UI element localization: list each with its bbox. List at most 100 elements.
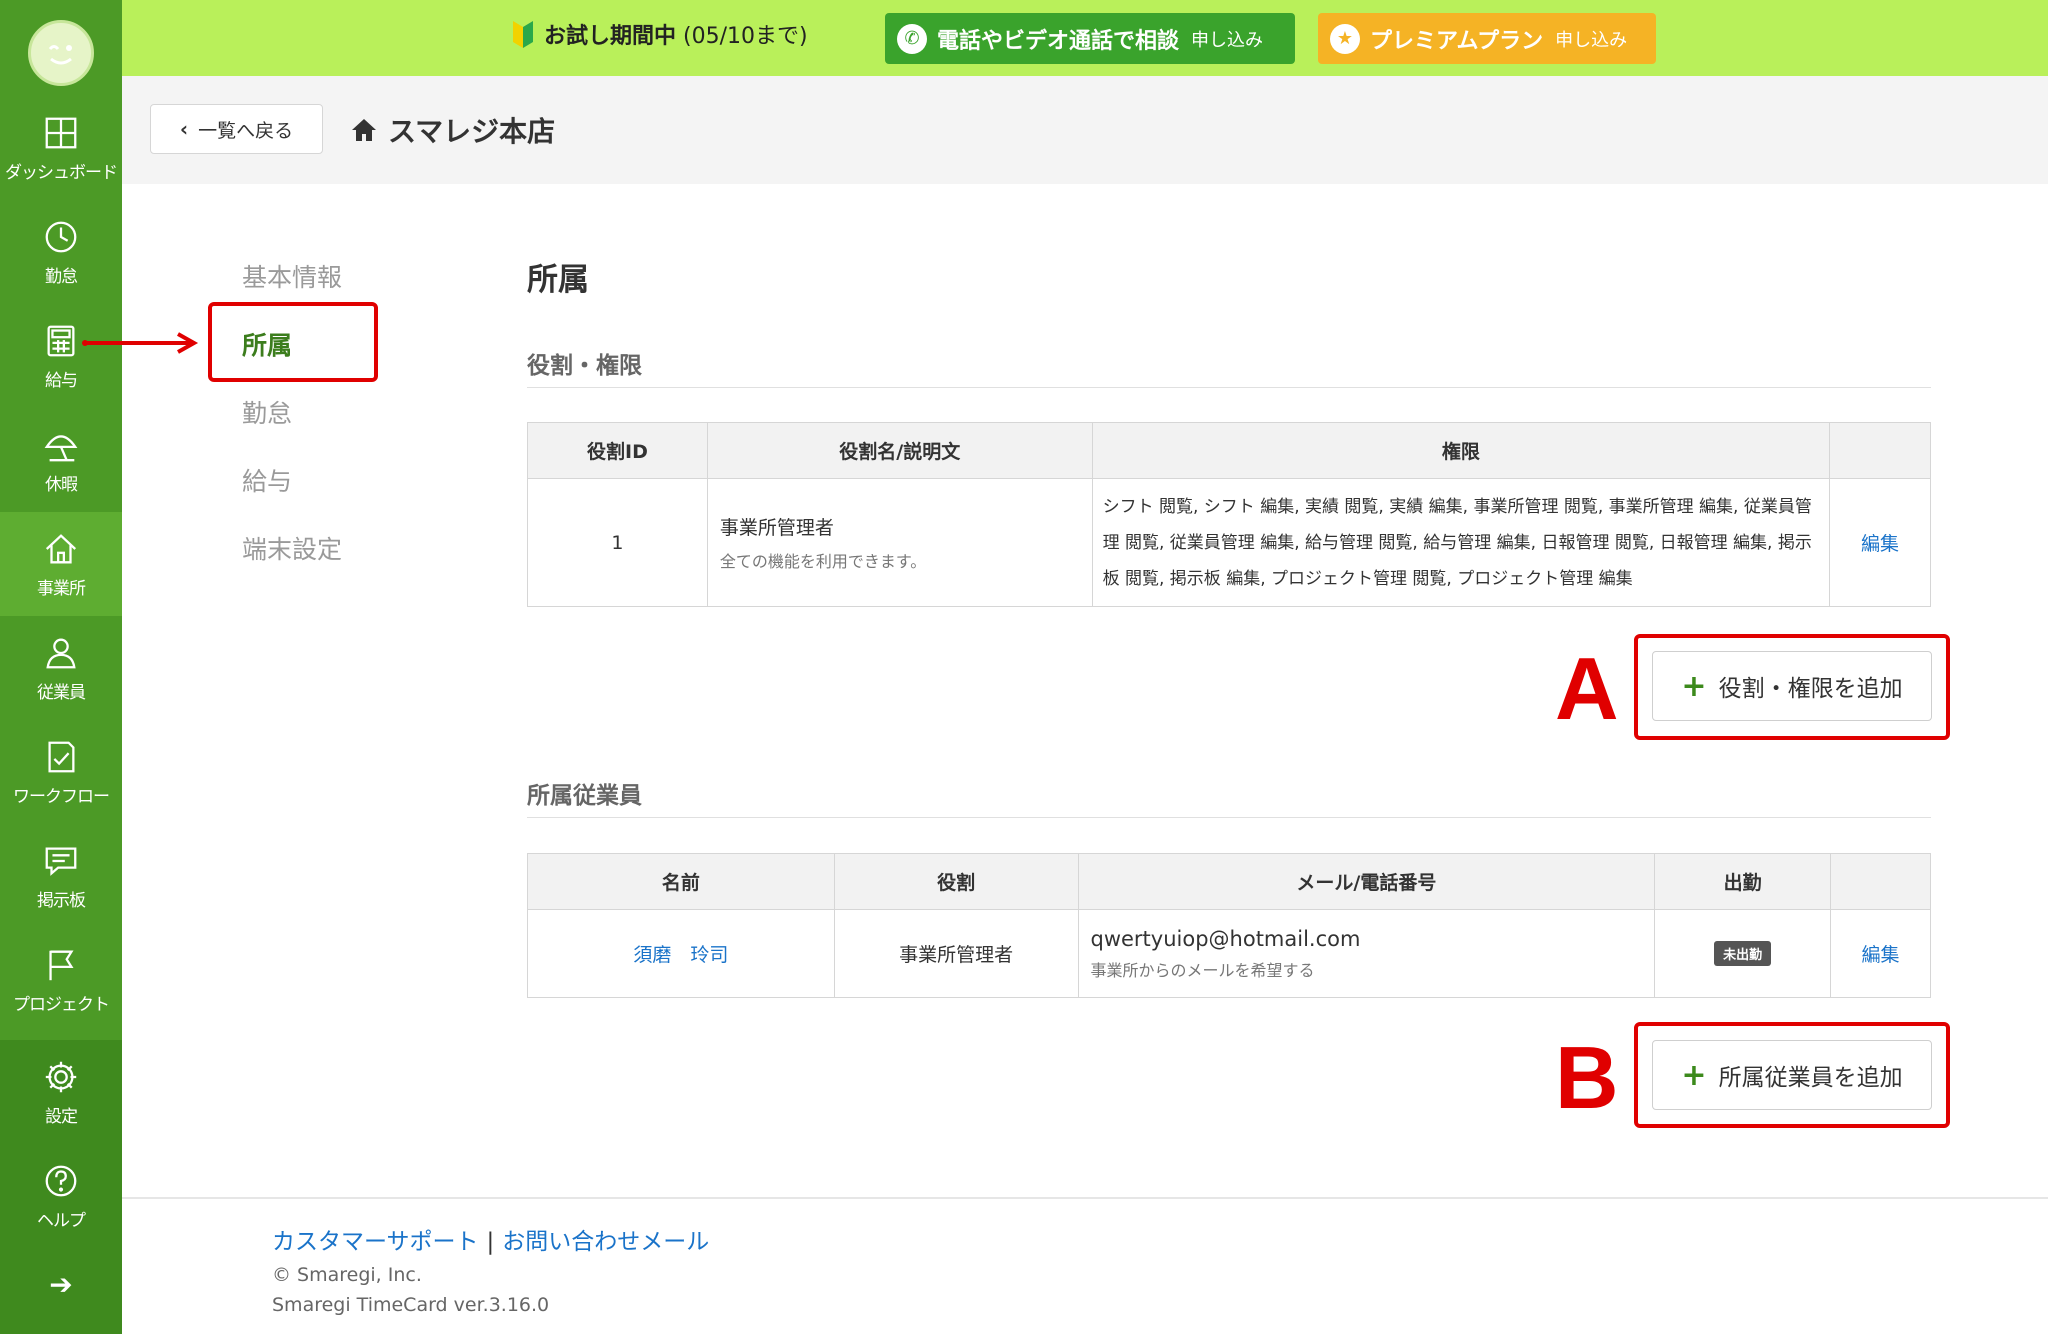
consult-apply: 申し込み (1191, 29, 1264, 51)
clock-icon (45, 221, 77, 252)
add-role-label: 役割・権限を追加 (1718, 676, 1903, 702)
premium-button[interactable]: ★ プレミアムプラン 申し込み (1318, 13, 1656, 64)
sidebar-item-dashboard[interactable]: ダッシュボード (0, 96, 122, 200)
user-avatar[interactable] (28, 20, 94, 86)
edit-staff-link[interactable]: 編集 (1862, 944, 1900, 966)
back-to-list-button[interactable]: ‹ 一覧へ戻る (150, 104, 323, 154)
sidebar-item-bulletin[interactable]: 掲示板 (0, 824, 122, 928)
sidebar-item-label: 掲示板 (37, 890, 86, 911)
trial-status: お試し期間中 (05/10まで) (512, 18, 808, 50)
collapse-arrow-icon[interactable]: ➔ (0, 1268, 122, 1301)
staff-name-link[interactable]: 須磨 玲司 (633, 944, 728, 966)
sidebar-item-label: 勤怠 (45, 266, 78, 287)
subnav-terminal-settings[interactable]: 端末設定 (242, 530, 342, 566)
role-description: 全ての機能を利用できます。 (719, 552, 927, 571)
roles-table: 役割ID 役割名/説明文 権限 1 事業所管理者 全ての機能を利用できます。 シ… (527, 422, 1931, 607)
dashboard-icon (45, 117, 77, 148)
annotation-label-a: A (1555, 639, 1619, 738)
annotation-label-b: B (1555, 1028, 1619, 1127)
consult-button[interactable]: ✆ 電話やビデオ通話で相談 申し込み (885, 13, 1295, 64)
page-title: スマレジ本店 (350, 110, 555, 150)
umbrella-icon (44, 434, 78, 461)
staff-heading: 所属従業員 (527, 783, 642, 809)
sidebar-item-label: 従業員 (37, 682, 86, 703)
star-icon: ★ (1330, 23, 1360, 54)
sidebar-item-payroll[interactable]: 給与 (0, 304, 122, 408)
subnav-attendance[interactable]: 勤怠 (242, 394, 292, 430)
role-name: 事業所管理者 (719, 517, 834, 539)
phone-icon: ✆ (897, 23, 927, 54)
role-edit-cell: 編集 (1829, 478, 1931, 607)
sidebar-item-project[interactable]: プロジェクト (0, 928, 122, 1032)
add-staff-label: 所属従業員を追加 (1718, 1065, 1903, 1091)
footer-separator: | (486, 1229, 495, 1255)
staff-name-cell: 須磨 玲司 (527, 909, 835, 998)
sidebar-item-employees[interactable]: 従業員 (0, 616, 122, 720)
sidebar-item-label: 事業所 (37, 578, 86, 599)
help-icon (45, 1165, 77, 1196)
workflow-icon (48, 741, 75, 772)
premium-label: プレミアムプラン (1370, 28, 1544, 54)
role-name-cell: 事業所管理者 全ての機能を利用できます。 (706, 478, 1093, 607)
add-role-button[interactable]: + 役割・権限を追加 (1652, 651, 1932, 721)
col-header (1829, 422, 1931, 479)
subnav-basic-info[interactable]: 基本情報 (242, 258, 342, 294)
table-row: 1 事業所管理者 全ての機能を利用できます。 シフト 閲覧, シフト 編集, 実… (527, 478, 1931, 607)
add-staff-button[interactable]: + 所属従業員を追加 (1652, 1040, 1932, 1110)
sidebar-item-attendance[interactable]: 勤怠 (0, 200, 122, 304)
home-icon (45, 533, 77, 563)
subnav-payroll[interactable]: 給与 (242, 462, 292, 498)
trial-until: (05/10まで) (683, 24, 808, 49)
beginner-mark-icon (513, 21, 533, 48)
sidebar-item-help[interactable]: ヘルプ (0, 1144, 122, 1248)
sidebar-item-label: ダッシュボード (5, 162, 118, 183)
col-header: メール/電話番号 (1077, 853, 1656, 910)
col-header: 出勤 (1654, 853, 1832, 910)
col-header (1830, 853, 1931, 910)
staff-edit-cell: 編集 (1830, 909, 1931, 998)
divider (527, 387, 1931, 388)
edit-role-link[interactable]: 編集 (1861, 533, 1899, 555)
sidebar-item-workflow[interactable]: ワークフロー (0, 720, 122, 824)
chevron-left-icon: ‹ (179, 117, 189, 141)
col-header: 名前 (527, 853, 835, 910)
home-icon (352, 119, 376, 141)
message-icon (45, 847, 77, 876)
sidebar-item-settings[interactable]: 設定 (0, 1040, 122, 1144)
staff-table: 名前 役割 メール/電話番号 出勤 須磨 玲司 事業所管理者 qwertyuio… (527, 853, 1931, 998)
plus-icon: + (1681, 668, 1707, 704)
flag-icon (49, 950, 74, 980)
sidebar-item-label: ワークフロー (13, 786, 110, 807)
plus-icon: + (1681, 1057, 1707, 1093)
footer-links: カスタマーサポート | お問い合わせメール (272, 1222, 709, 1256)
sidebar-item-label: ヘルプ (37, 1210, 86, 1231)
contact-mail-link[interactable]: お問い合わせメール (502, 1229, 709, 1255)
sidebar: ダッシュボード 勤怠 給与 休暇 事業所 従業員 ワークフロー 掲示板 プロジェ… (0, 0, 122, 1334)
gear-icon (45, 1061, 77, 1092)
trial-label: お試し期間中 (544, 24, 677, 49)
customer-support-link[interactable]: カスタマーサポート (272, 1229, 479, 1255)
col-header: 役割 (833, 853, 1079, 910)
table-row: 須磨 玲司 事業所管理者 qwertyuiop@hotmail.com 事業所か… (527, 909, 1931, 998)
staff-status-cell: 未出勤 (1654, 909, 1832, 998)
staff-email: qwertyuiop@hotmail.com (1090, 926, 1361, 951)
roles-heading: 役割・権限 (527, 353, 642, 379)
role-id: 1 (527, 478, 708, 607)
user-icon (46, 638, 76, 668)
status-badge: 未出勤 (1714, 941, 1772, 966)
staff-role: 事業所管理者 (833, 909, 1079, 998)
col-header: 役割ID (527, 422, 708, 479)
footer-divider (122, 1197, 2048, 1199)
divider (527, 817, 1931, 818)
sidebar-item-label: 休暇 (45, 474, 78, 495)
annotation-arrow-icon (82, 332, 199, 354)
staff-email-note: 事業所からのメールを希望する (1090, 960, 1315, 980)
highlight-box (208, 302, 378, 382)
store-name: スマレジ本店 (388, 115, 556, 148)
col-header: 権限 (1091, 422, 1831, 479)
section-title: 所属 (527, 262, 589, 298)
col-header: 役割名/説明文 (706, 422, 1093, 479)
sidebar-item-leave[interactable]: 休暇 (0, 408, 122, 512)
sidebar-item-label: 給与 (45, 370, 78, 391)
sidebar-item-office[interactable]: 事業所 (0, 512, 122, 616)
